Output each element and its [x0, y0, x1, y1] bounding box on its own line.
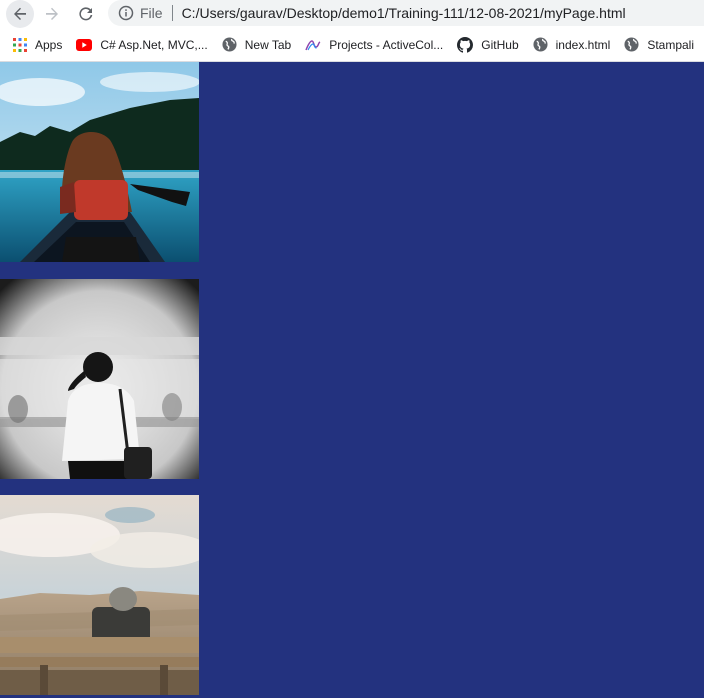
github-icon [457, 36, 474, 53]
bookmark-label: Projects - ActiveCol... [329, 37, 444, 52]
back-button[interactable] [6, 0, 34, 28]
reload-button[interactable] [72, 0, 100, 28]
reload-icon [79, 7, 93, 21]
bookmark-apps[interactable]: Apps [8, 33, 67, 57]
address-bar[interactable]: File C:/Users/gaurav/Desktop/demo1/Train… [108, 0, 704, 26]
bookmark-csharp[interactable]: C# Asp.Net, MVC,... [71, 33, 212, 57]
forward-button[interactable] [38, 0, 66, 28]
apps-grid-icon [13, 37, 27, 52]
bookmark-label: C# Asp.Net, MVC,... [100, 37, 208, 52]
scheme-label: File [140, 5, 163, 21]
bookmark-projects[interactable]: Projects - ActiveCol... [300, 33, 448, 57]
globe-icon [533, 37, 548, 52]
browser-toolbar: File C:/Users/gaurav/Desktop/demo1/Train… [0, 0, 704, 28]
bookmark-label: Apps [35, 37, 63, 52]
page-content [0, 62, 704, 698]
bookmark-github[interactable]: GitHub [452, 33, 523, 57]
globe-icon [624, 37, 639, 52]
bookmarks-bar: Apps C# Asp.Net, MVC,... New Tab Project… [0, 28, 704, 62]
bookmark-stampali[interactable]: Stampali [619, 33, 699, 57]
bookmark-new-tab[interactable]: New Tab [217, 33, 296, 57]
photo-train [0, 279, 199, 479]
activecollab-icon [305, 39, 321, 50]
globe-icon [222, 37, 237, 52]
photo-bench [0, 495, 199, 695]
url-text[interactable]: C:/Users/gaurav/Desktop/demo1/Training-1… [182, 5, 626, 21]
bookmark-label: GitHub [481, 37, 519, 52]
photo-canoe [0, 62, 199, 262]
bookmark-index[interactable]: index.html [528, 33, 616, 57]
arrow-right-icon [46, 7, 58, 20]
arrow-left-icon [14, 7, 26, 20]
youtube-icon [76, 38, 93, 51]
bookmark-label: New Tab [244, 37, 292, 52]
bookmark-label: Stampali [647, 37, 695, 52]
address-separator [171, 5, 173, 21]
bookmark-label: index.html [555, 37, 611, 52]
info-icon[interactable] [118, 5, 134, 21]
